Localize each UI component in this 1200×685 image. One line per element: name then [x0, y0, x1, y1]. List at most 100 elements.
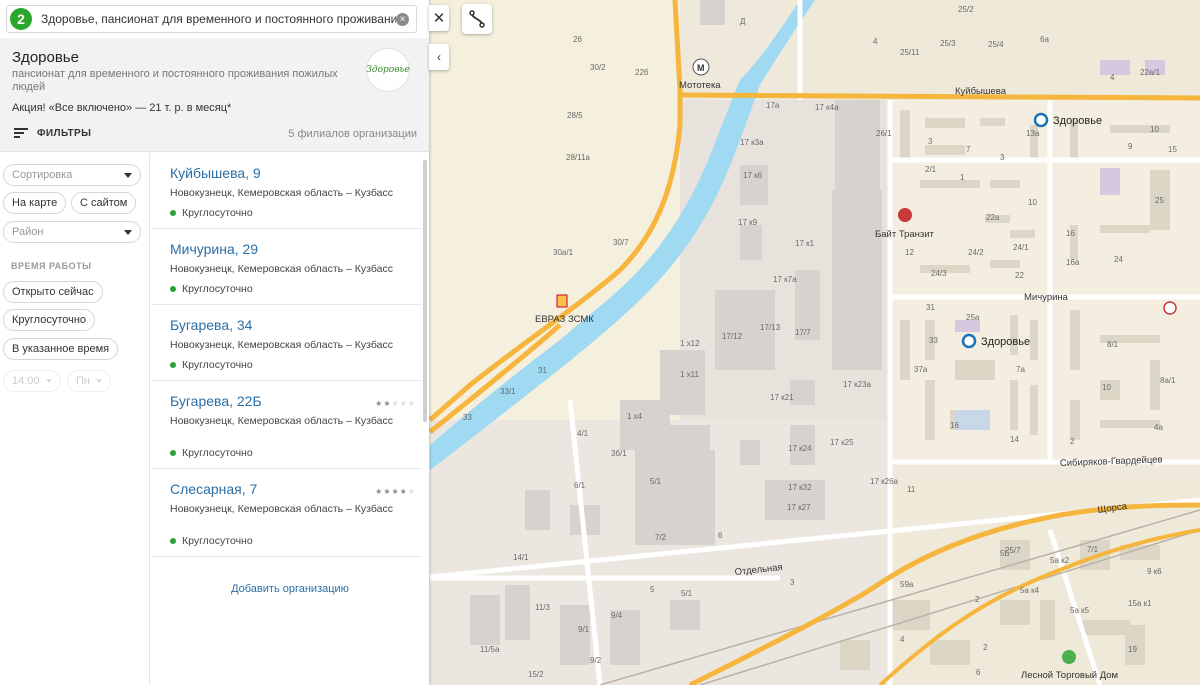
building-number-label: 3: [790, 578, 795, 587]
building-number-label: 5/1: [681, 589, 693, 598]
building-number-label: 25/11: [900, 48, 920, 57]
organization-name[interactable]: Здоровье: [12, 49, 79, 66]
evraz-icon: [556, 294, 568, 308]
collapse-panel-button[interactable]: ‹: [429, 44, 449, 70]
rating-stars: ★★★★★: [375, 487, 416, 496]
building-number-label: 22а/1: [1140, 68, 1161, 77]
result-title[interactable]: Слесарная, 7: [170, 481, 257, 497]
building-number-label: 17 к6: [743, 171, 763, 180]
result-title[interactable]: Бугарева, 22Б: [170, 393, 262, 409]
open-status-dot: [170, 450, 176, 457]
result-item[interactable]: Куйбышева, 9 Новокузнецк, Кемеровская об…: [151, 153, 422, 229]
building-number-label: 12: [905, 248, 914, 257]
building-number-label: 1 х12: [680, 339, 700, 348]
result-title[interactable]: Мичурина, 29: [170, 241, 258, 257]
svg-text:M: M: [697, 63, 705, 73]
open-status-dot: [170, 286, 176, 293]
building-number-label: 2: [1070, 437, 1075, 446]
open-now-chip[interactable]: Открыто сейчас: [3, 281, 103, 303]
route-button[interactable]: [462, 4, 492, 34]
building-number-label: 17 к24: [788, 444, 812, 453]
open-status-dot: [170, 210, 176, 217]
building-number-label: 4а: [1154, 423, 1163, 432]
chevron-down-icon: [124, 230, 132, 235]
building-number-label: 33: [463, 413, 472, 422]
open-status-dot: [170, 538, 176, 545]
clear-search-icon[interactable]: ×: [396, 12, 409, 26]
building-number-label: 5а к4: [1020, 586, 1040, 595]
result-title[interactable]: Бугарева, 34: [170, 317, 252, 333]
organization-logo: Здоровье: [366, 48, 410, 92]
building-number-label: 14: [1010, 435, 1019, 444]
street-label-kuybysheva: Куйбышева: [955, 86, 1007, 97]
building-number-label: 2/1: [925, 165, 937, 174]
building-number-label: 17 к23а: [843, 380, 872, 389]
result-hours-label: Круглосуточно: [182, 283, 253, 295]
around-clock-chip[interactable]: Круглосуточно: [3, 309, 96, 331]
branches-count[interactable]: 5 филиалов организации: [288, 128, 417, 140]
building-number-label: 4: [873, 37, 878, 46]
building-number-label: 7/2: [655, 533, 667, 542]
poi-icon: [1163, 301, 1177, 315]
close-panel-button[interactable]: ✕: [429, 5, 449, 31]
building-number-label: 24/1: [1013, 243, 1029, 252]
sort-select[interactable]: Сортировка: [3, 164, 141, 186]
result-item[interactable]: Бугарева, 34 Новокузнецк, Кемеровская об…: [151, 305, 422, 381]
poi-label-evraz: ЕВРАЗ ЗСМК: [535, 314, 594, 325]
building-number-label: 19: [1128, 645, 1137, 654]
building-number-label: 22б: [635, 68, 649, 77]
building-number-label: 28/5: [567, 111, 583, 120]
district-select[interactable]: Район: [3, 221, 141, 243]
street-label-michurina: Мичурина: [1024, 292, 1069, 303]
result-hours: Круглосуточно: [170, 283, 253, 295]
day-select[interactable]: Пн: [67, 370, 111, 392]
organization-subtitle: пансионат для временного и постоянного п…: [12, 68, 338, 93]
building-number-label: 15: [1168, 145, 1177, 154]
building-number-label: 5: [650, 585, 655, 594]
result-hours: Круглосуточно: [170, 207, 253, 219]
building-number-label: 30/7: [613, 238, 629, 247]
building-number-label: 6/1: [574, 481, 586, 490]
2gis-logo-icon[interactable]: 2: [10, 8, 32, 30]
building-number-label: 7/1: [1087, 545, 1099, 554]
building-number-label: 2: [975, 595, 980, 604]
building-number-label: 28/11а: [566, 153, 590, 162]
building-number-label: 5а к5: [1070, 606, 1090, 615]
results-scrollbar[interactable]: [423, 160, 427, 422]
result-item[interactable]: Мичурина, 29 Новокузнецк, Кемеровская об…: [151, 229, 422, 305]
add-organization-link[interactable]: Добавить организацию: [151, 583, 429, 595]
marker-label-zdorovye-1: Здоровье: [1053, 115, 1102, 127]
building-number-label: 10: [1150, 125, 1159, 134]
result-item[interactable]: Бугарева, 22Б ★★★★★ Новокузнецк, Кемеров…: [151, 381, 422, 469]
building-number-label: 4: [1110, 73, 1115, 82]
building-number-label: 25/3: [940, 39, 956, 48]
poi-label-lesnoy: Лесной Торговый Дом: [1021, 670, 1118, 681]
building-number-label: 9/2: [590, 656, 602, 665]
result-item[interactable]: Слесарная, 7 ★★★★★ Новокузнецк, Кемеровс…: [151, 469, 422, 557]
time-select-label: 14:00: [12, 375, 40, 387]
building-number-label: 30/2: [590, 63, 606, 72]
building-number-label: 17 к3а: [740, 138, 764, 147]
building-number-label: 24/2: [968, 248, 984, 257]
on-map-chip[interactable]: На карте: [3, 192, 67, 214]
building-number-label: 3: [1000, 153, 1005, 162]
building-number-label: 22а: [986, 213, 1000, 222]
with-site-chip[interactable]: С сайтом: [71, 192, 137, 214]
marker-label-zdorovye-2: Здоровье: [981, 336, 1030, 348]
chevron-down-icon: [124, 173, 132, 178]
building-number-label: 17/13: [760, 323, 781, 332]
building-number-label: 22: [1015, 271, 1024, 280]
search-panel: 2 Здоровье, пансионат для временного и п…: [0, 0, 429, 685]
filters-button[interactable]: ФИЛЬТРЫ: [14, 126, 91, 140]
search-input[interactable]: Здоровье, пансионат для временного и пос…: [32, 12, 396, 26]
filters-column: Сортировка На карте С сайтом Район ВРЕМЯ…: [0, 153, 150, 685]
building-number-label: 26/1: [876, 129, 892, 138]
time-select[interactable]: 14:00: [3, 370, 61, 392]
specified-time-chip[interactable]: В указанное время: [3, 338, 119, 360]
building-number-label: 17а: [766, 101, 780, 110]
building-number-label: 17 к1: [795, 239, 815, 248]
result-title[interactable]: Куйбышева, 9: [170, 165, 261, 181]
building-number-label: 7: [966, 145, 971, 154]
search-bar[interactable]: 2 Здоровье, пансионат для временного и п…: [6, 5, 417, 33]
building-number-label: 8а/1: [1160, 376, 1176, 385]
